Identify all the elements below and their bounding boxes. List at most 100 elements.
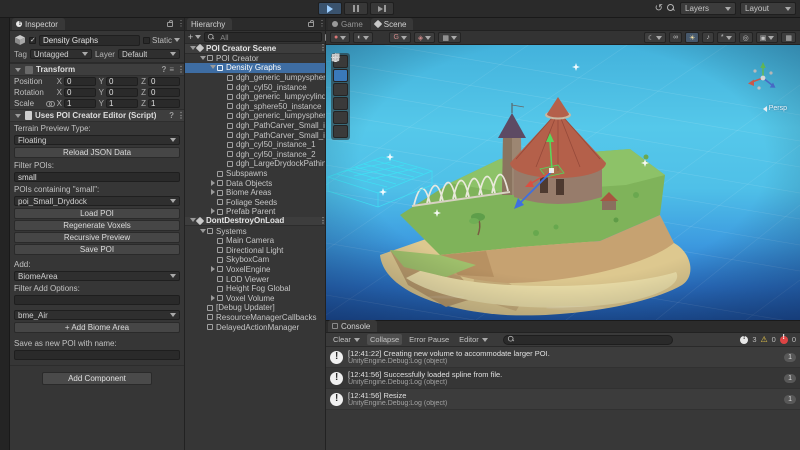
- console-search-field[interactable]: [503, 335, 673, 345]
- hierarchy-item[interactable]: dgh_cyl50_instance_2: [185, 150, 325, 160]
- expand-arrow-icon[interactable]: [209, 265, 217, 274]
- scale-y-field[interactable]: 1: [106, 99, 138, 108]
- hierarchy-item[interactable]: DelayedActionManager: [185, 322, 325, 332]
- expand-arrow-icon[interactable]: [209, 179, 217, 188]
- hierarchy-item[interactable]: [Debug Updater]: [185, 303, 325, 313]
- rendering-debug-dropdown[interactable]: ☾: [644, 32, 666, 43]
- layer-dropdown[interactable]: Default: [118, 49, 180, 59]
- move-tool-button[interactable]: [333, 69, 348, 82]
- effects-dropdown[interactable]: *: [717, 32, 736, 43]
- foldout-arrow-icon[interactable]: [14, 112, 22, 120]
- scene-3d-viewport[interactable]: Persp: [326, 45, 800, 320]
- hierarchy-search-input[interactable]: [218, 32, 319, 43]
- kebab-menu-icon[interactable]: [319, 44, 322, 52]
- static-toggle[interactable]: Static: [143, 36, 180, 45]
- preset-icon[interactable]: ≡: [169, 65, 174, 74]
- lock-icon[interactable]: [167, 22, 173, 27]
- hierarchy-item[interactable]: dgh_generic_lumpysphere_50_sand_instance: [185, 111, 325, 121]
- hierarchy-item[interactable]: VoxelEngine: [185, 265, 325, 275]
- hierarchy-item[interactable]: dgh_PathCarver_Small_instance_1: [185, 130, 325, 140]
- expand-arrow-icon[interactable]: [209, 207, 217, 216]
- static-checkbox[interactable]: [143, 37, 150, 44]
- regenerate-voxels-button[interactable]: Regenerate Voxels: [14, 220, 180, 231]
- poi-dropdown[interactable]: poi_Small_Drydock: [14, 196, 180, 206]
- position-z-field[interactable]: 0: [148, 77, 180, 86]
- kebab-menu-icon[interactable]: [177, 20, 180, 28]
- hierarchy-item[interactable]: Prefab Parent: [185, 207, 325, 217]
- clear-button[interactable]: Clear: [330, 334, 363, 345]
- hierarchy-item[interactable]: Voxel Volume: [185, 293, 325, 303]
- skybox-toggle[interactable]: ∞: [669, 32, 682, 43]
- console-log-entry[interactable]: [12:41:22] Creating new volume to accomm…: [326, 347, 800, 368]
- hierarchy-item[interactable]: Biome Areas: [185, 188, 325, 198]
- expand-arrow-icon[interactable]: [209, 294, 217, 303]
- filter-pois-input[interactable]: [14, 172, 180, 182]
- scale-z-field[interactable]: 1: [148, 99, 180, 108]
- console-log-entry[interactable]: [12:41:56] Resize UnityEngine.Debug:Log …: [326, 389, 800, 410]
- mirror-dropdown[interactable]: ▦: [438, 32, 461, 43]
- info-count-icon[interactable]: [740, 336, 748, 344]
- add-component-button[interactable]: Add Component: [42, 372, 152, 385]
- scale-tool-button[interactable]: [333, 97, 348, 110]
- scene-lighting-toggle[interactable]: ☀: [685, 32, 699, 43]
- filter-add-input[interactable]: [14, 295, 180, 305]
- hierarchy-item[interactable]: Density Graphs: [185, 63, 325, 73]
- tab-scene[interactable]: Scene: [371, 18, 414, 30]
- hierarchy-item[interactable]: POI Creator: [185, 54, 325, 64]
- layout-dropdown[interactable]: Layout: [740, 2, 796, 15]
- expand-arrow-icon[interactable]: [199, 227, 207, 236]
- rect-tool-button[interactable]: [333, 111, 348, 124]
- console-search-input[interactable]: [518, 335, 669, 344]
- hierarchy-item[interactable]: dgh_LargeDrydockPathing_instance: [185, 159, 325, 169]
- expand-arrow-icon[interactable]: [209, 63, 217, 72]
- error-pause-toggle[interactable]: Error Pause: [406, 334, 452, 345]
- search-icon[interactable]: [667, 4, 676, 13]
- editor-dropdown[interactable]: Editor: [456, 334, 491, 345]
- position-x-field[interactable]: 0: [64, 77, 96, 86]
- biome-dropdown[interactable]: bme_Air: [14, 310, 180, 320]
- draw-mode-dropdown[interactable]: ●: [330, 32, 350, 43]
- camera-dropdown[interactable]: ▣: [756, 32, 779, 43]
- hierarchy-item[interactable]: Systems: [185, 226, 325, 236]
- script-component-header[interactable]: Uses POI Creator Editor (Script) ?: [10, 109, 184, 122]
- hierarchy-item[interactable]: Height Fog Global: [185, 284, 325, 294]
- help-icon[interactable]: ?: [161, 65, 166, 74]
- hierarchy-item[interactable]: SkyboxCam: [185, 255, 325, 265]
- expand-arrow-icon[interactable]: [199, 54, 207, 63]
- load-poi-button[interactable]: Load POI: [14, 208, 180, 219]
- hierarchy-item[interactable]: dgh_cyl50_instance: [185, 82, 325, 92]
- hierarchy-scene-row[interactable]: DontDestroyOnLoad: [185, 217, 325, 227]
- hierarchy-item[interactable]: dgh_cyl50_instance_1: [185, 140, 325, 150]
- rotation-z-field[interactable]: 0: [148, 88, 180, 97]
- create-object-button[interactable]: +: [188, 32, 201, 42]
- kebab-menu-icon[interactable]: [177, 112, 180, 120]
- rotate-tool-button[interactable]: [333, 83, 348, 96]
- tab-console[interactable]: Console: [328, 320, 377, 332]
- hierarchy-item[interactable]: dgh_sphere50_instance: [185, 102, 325, 112]
- add-biome-area-button[interactable]: + Add Biome Area: [14, 322, 180, 333]
- console-log-entry[interactable]: [12:41:56] Successfully loaded spline fr…: [326, 368, 800, 389]
- kebab-menu-icon[interactable]: [319, 217, 322, 225]
- perspective-label[interactable]: Persp: [763, 105, 787, 112]
- hierarchy-item[interactable]: Directional Light: [185, 245, 325, 255]
- position-y-field[interactable]: 0: [106, 77, 138, 86]
- foldout-arrow-icon[interactable]: [14, 66, 22, 74]
- rotation-y-field[interactable]: 0: [106, 88, 138, 97]
- hierarchy-item[interactable]: ResourceManagerCallbacks: [185, 313, 325, 323]
- save-as-input[interactable]: [14, 350, 180, 360]
- recursive-preview-button[interactable]: Recursive Preview: [14, 232, 180, 243]
- layers-dropdown[interactable]: Layers: [680, 2, 736, 15]
- error-count-icon[interactable]: [780, 336, 788, 344]
- reload-json-button[interactable]: Reload JSON Data: [14, 147, 180, 158]
- kebab-menu-icon[interactable]: [318, 20, 321, 28]
- hierarchy-item[interactable]: Main Camera: [185, 236, 325, 246]
- add-type-dropdown[interactable]: BiomeArea: [14, 271, 180, 281]
- collapse-toggle[interactable]: Collapse: [367, 334, 402, 345]
- tag-dropdown[interactable]: Untagged: [30, 49, 92, 59]
- gizmos-dropdown[interactable]: ▦: [781, 32, 796, 43]
- kebab-menu-icon[interactable]: [177, 66, 180, 74]
- hidden-objects-toggle[interactable]: ◎: [739, 32, 753, 43]
- object-name-field[interactable]: Density Graphs: [39, 35, 140, 46]
- tab-inspector[interactable]: Inspector: [12, 18, 65, 30]
- active-checkbox[interactable]: [29, 37, 36, 44]
